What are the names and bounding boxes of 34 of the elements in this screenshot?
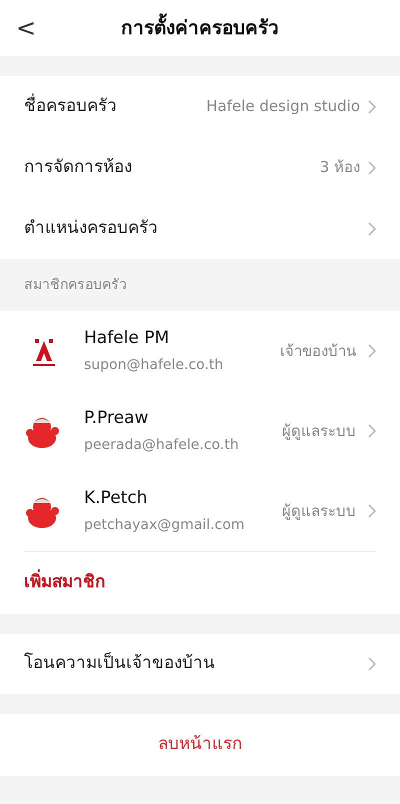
member-row[interactable]: P.Preaw peerada@hafele.co.th ผู้ดูแลระบบ [0, 391, 400, 471]
member-role: เจ้าของบ้าน [280, 340, 356, 362]
member-email: peerada@hafele.co.th [84, 436, 240, 456]
settings-row[interactable]: ตำแหน่งครอบครัว [0, 198, 400, 259]
member-name: K.Petch [84, 486, 148, 510]
row-label: โอนความเป็นเจ้าของบ้าน [24, 651, 216, 676]
settings-row[interactable]: การจัดการห้อง 3 ห้อง [0, 137, 400, 198]
settings-row[interactable]: ชื่อครอบครัว Hafele design studio [0, 76, 400, 137]
member-row[interactable]: Hafele PM supon@hafele.co.th เจ้าของบ้าน [0, 311, 400, 391]
chevron-right-icon [368, 160, 376, 174]
row-label: ชื่อครอบครัว [24, 94, 118, 118]
page-title: การตั้งค่าครอบครัว [48, 14, 384, 42]
member-name: P.Preaw [84, 406, 150, 430]
chevron-right-icon [368, 344, 376, 358]
member-row[interactable]: K.Petch petchayax@gmail.com ผู้ดูแลระบบ [0, 471, 400, 551]
settings-row[interactable]: โอนความเป็นเจ้าของบ้าน [0, 634, 400, 694]
member-role: ผู้ดูแลระบบ [282, 420, 356, 442]
chevron-right-icon [368, 657, 376, 671]
row-label: การจัดการห้อง [24, 156, 133, 179]
row-label: ตำแหน่งครอบครัว [24, 216, 159, 240]
member-name: Hafele PM [84, 326, 170, 350]
chevron-right-icon [368, 504, 376, 518]
member-email: supon@hafele.co.th [84, 356, 224, 376]
member-email: petchayax@gmail.com [84, 516, 246, 536]
add-member-button[interactable]: เพิ่มสมาชิก [24, 570, 105, 596]
section-header: สมาชิกครอบครัว [24, 276, 127, 294]
delete-home-button[interactable]: ลบหน้าแรก [0, 714, 400, 776]
chevron-right-icon [368, 100, 376, 114]
row-value: Hafele design studio [206, 96, 360, 118]
chevron-right-icon [368, 424, 376, 438]
back-button[interactable]: < [16, 10, 48, 46]
member-role: ผู้ดูแลระบบ [282, 500, 356, 522]
chevron-right-icon [368, 222, 376, 236]
row-value: 3 ห้อง [320, 157, 360, 178]
